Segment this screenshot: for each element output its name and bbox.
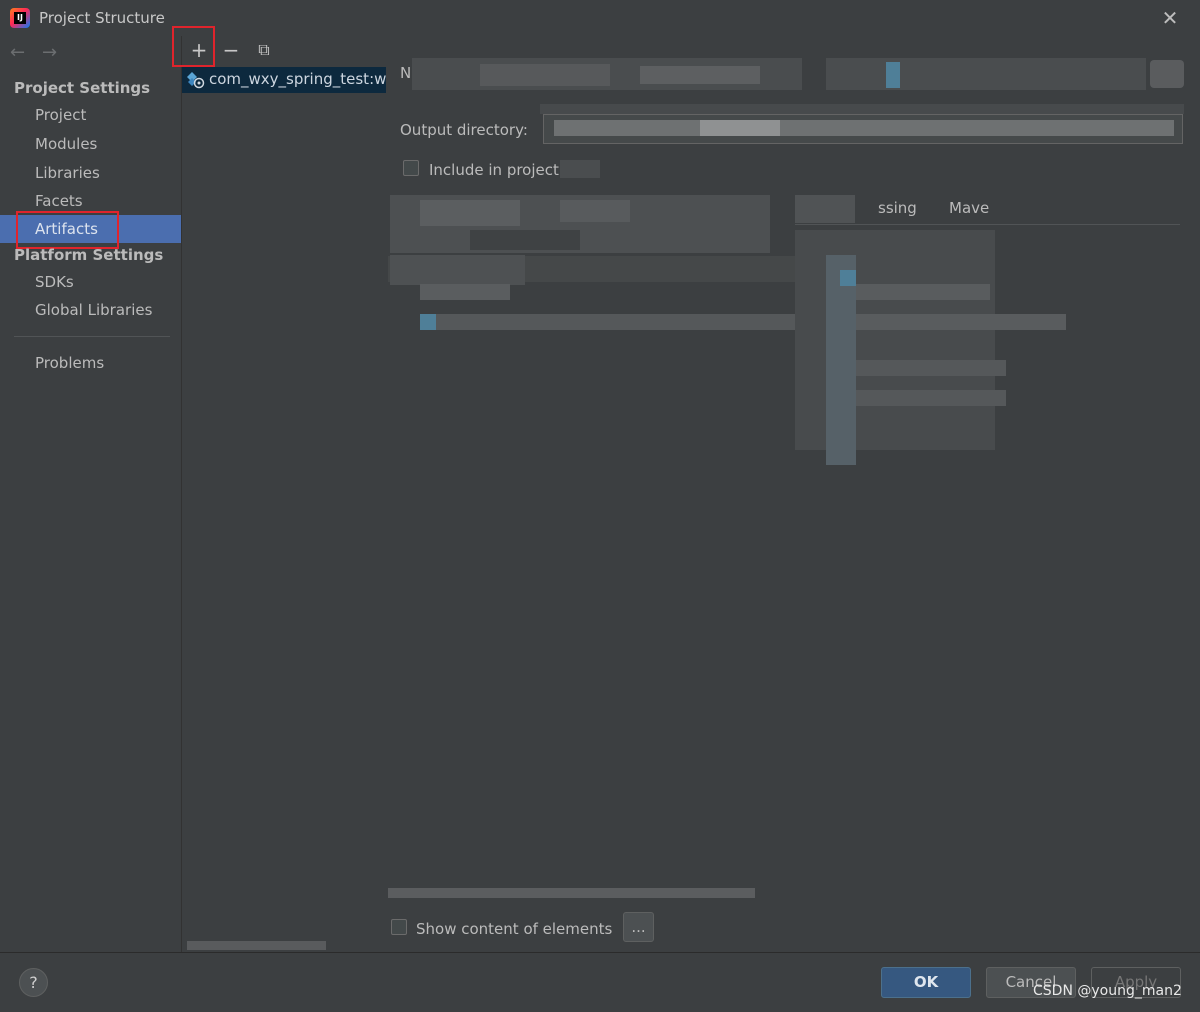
blur-block	[700, 120, 780, 136]
artifact-name: com_wxy_spring_test:wa	[209, 70, 386, 88]
include-in-project-checkbox[interactable]	[403, 160, 419, 176]
blur-block	[560, 200, 630, 222]
sidebar-item-label: Project	[35, 106, 87, 124]
blur-block	[856, 314, 1066, 330]
blur-block	[540, 104, 1184, 114]
blur-block	[826, 58, 1146, 90]
blur-block	[480, 64, 610, 86]
horizontal-scrollbar[interactable]	[388, 888, 755, 898]
include-in-project-label: Include in project	[429, 161, 559, 179]
blur-block	[420, 314, 800, 330]
remove-icon[interactable]: −	[219, 38, 243, 62]
help-icon[interactable]: ?	[19, 968, 48, 997]
sidebar-item-label: Problems	[35, 354, 105, 372]
sidebar-item-label: Facets	[35, 192, 83, 210]
blur-block	[826, 255, 856, 465]
sidebar-divider	[14, 336, 170, 337]
copy-icon[interactable]: ⧉	[252, 38, 276, 62]
ok-button[interactable]: OK	[881, 967, 971, 998]
blur-block	[840, 270, 856, 286]
blur-block	[560, 160, 600, 178]
forward-arrow-icon[interactable]: →	[42, 42, 57, 63]
blur-block	[420, 284, 510, 300]
artifact-list-panel	[181, 36, 389, 952]
project-settings-header: Project Settings	[14, 79, 151, 97]
blur-block	[856, 284, 990, 300]
sidebar-item-project[interactable]: Project	[0, 101, 181, 129]
annotation-box-add	[172, 26, 215, 67]
tab-processing[interactable]: ssing	[878, 199, 917, 217]
blur-block	[795, 230, 995, 450]
name-label: N	[400, 64, 412, 82]
blur-block	[856, 360, 1006, 376]
blur-block	[420, 314, 436, 330]
horizontal-scrollbar[interactable]	[187, 941, 326, 950]
intellij-logo-text: IJ	[14, 12, 26, 24]
show-content-checkbox[interactable]	[391, 919, 407, 935]
output-directory-label: Output directory:	[400, 121, 528, 139]
sidebar-item-problems[interactable]: Problems	[0, 349, 181, 377]
annotation-box-artifacts	[16, 211, 119, 249]
sidebar-item-global-libraries[interactable]: Global Libraries	[0, 296, 181, 324]
back-arrow-icon[interactable]: ←	[10, 42, 25, 63]
sidebar-item-label: Modules	[35, 135, 98, 153]
sidebar-item-libraries[interactable]: Libraries	[0, 159, 181, 187]
artifact-icon	[187, 72, 205, 89]
blur-block	[390, 255, 525, 285]
blur-block	[1150, 60, 1184, 88]
platform-settings-header: Platform Settings	[14, 246, 164, 264]
tab-maven[interactable]: Mave	[949, 199, 989, 217]
sidebar-item-label: SDKs	[35, 273, 74, 291]
sidebar-item-sdks[interactable]: SDKs	[0, 268, 181, 296]
blur-block	[640, 66, 760, 84]
show-content-label: Show content of elements	[416, 920, 613, 938]
blur-block	[470, 230, 580, 250]
sidebar-item-label: Global Libraries	[35, 301, 153, 319]
sidebar-item-label: Libraries	[35, 164, 100, 182]
watermark: CSDN @young_man2	[1033, 983, 1182, 999]
window-title: Project Structure	[39, 9, 165, 27]
blur-block	[795, 195, 855, 223]
blur-block	[886, 62, 900, 88]
blur-block	[856, 390, 1006, 406]
more-options-button[interactable]: ...	[623, 912, 654, 942]
sidebar-item-modules[interactable]: Modules	[0, 130, 181, 158]
tab-divider	[795, 224, 1180, 225]
footer-divider	[0, 952, 1200, 953]
blur-block	[554, 120, 1174, 136]
blur-block	[420, 200, 520, 226]
close-icon[interactable]: ✕	[1158, 6, 1182, 30]
